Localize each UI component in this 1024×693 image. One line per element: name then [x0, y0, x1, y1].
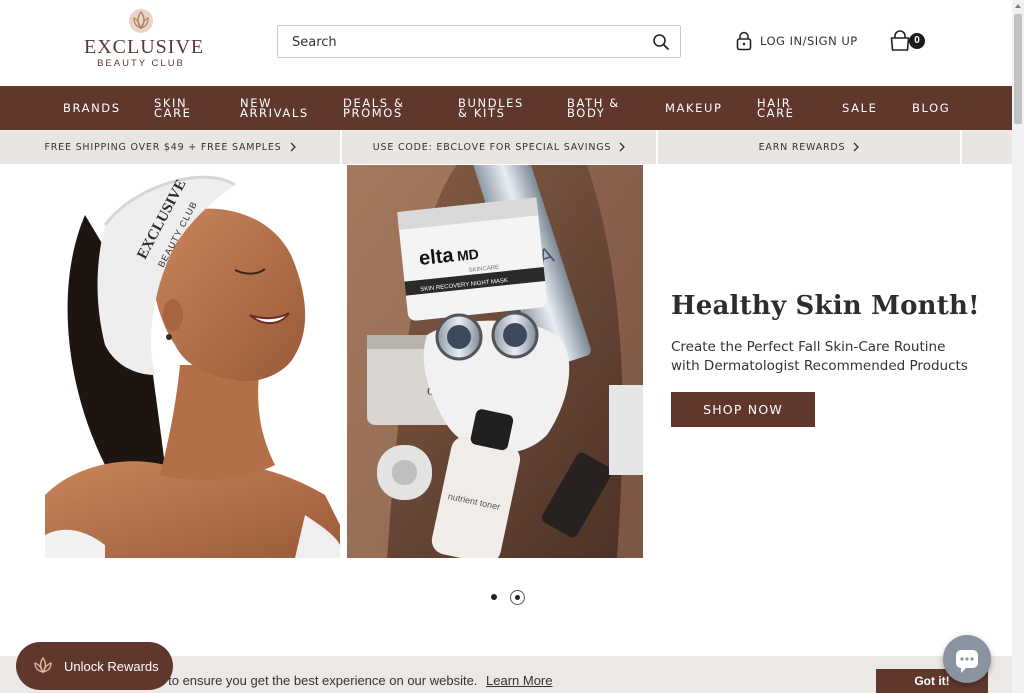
- promo-bar: FREE SHIPPING OVER $49 + FREE SAMPLES US…: [0, 130, 1012, 164]
- product-brand-2: MD: [456, 246, 479, 264]
- nav-item-brands[interactable]: BRANDS: [63, 86, 121, 130]
- site-logo[interactable]: EXCLUSIVE BEAUTY CLUB: [84, 8, 205, 78]
- product-brand: elta: [418, 244, 455, 270]
- shopping-bag-icon: [890, 30, 910, 51]
- nav-item-blog[interactable]: BLOG: [912, 86, 950, 130]
- lock-icon: [736, 31, 752, 51]
- logo-tagline: BEAUTY CLUB: [97, 58, 185, 69]
- chat-icon: [956, 650, 978, 673]
- carousel-dot-active[interactable]: [510, 590, 525, 605]
- lotus-icon: [34, 656, 52, 674]
- promo-free-shipping-label: FREE SHIPPING OVER $49 + FREE SAMPLES: [44, 141, 282, 153]
- promo-earn-rewards[interactable]: EARN REWARDS: [658, 130, 960, 164]
- hero-subtitle: Create the Perfect Fall Skin-Care Routin…: [671, 339, 968, 374]
- promo-earn-rewards-label: EARN REWARDS: [758, 141, 846, 153]
- scroll-up-arrow-icon[interactable]: [1012, 0, 1024, 12]
- nav-item-makeup[interactable]: MAKEUP: [665, 86, 723, 130]
- unlock-rewards-button[interactable]: Unlock Rewards: [16, 642, 173, 690]
- logo-title: EXCLUSIVE: [84, 36, 205, 58]
- scrollbar-thumb[interactable]: [1014, 14, 1022, 124]
- site-header: EXCLUSIVE BEAUTY CLUB LOG IN/SIGN UP 0: [0, 0, 1012, 86]
- products-illustration: HA elta MD SKINCARE SKIN RECOVERY NIGHT …: [347, 165, 643, 558]
- login-link[interactable]: LOG IN/SIGN UP: [736, 31, 858, 51]
- page-scrollbar[interactable]: [1012, 0, 1024, 693]
- chat-widget-button[interactable]: [943, 635, 991, 683]
- hero-model-image[interactable]: EXCLUSIVE BEAUTY CLUB: [45, 165, 340, 558]
- chevron-right-icon: [290, 142, 296, 152]
- hero-title: Healthy Skin Month!: [671, 291, 980, 321]
- nav-item-sale[interactable]: SALE: [842, 86, 877, 130]
- carousel-dots: [486, 590, 530, 608]
- nav-item-deals-promos[interactable]: DEALS & PROMOS: [343, 86, 405, 130]
- search-bar: [277, 25, 681, 58]
- promo-free-shipping[interactable]: FREE SHIPPING OVER $49 + FREE SAMPLES: [0, 130, 340, 164]
- login-label: LOG IN/SIGN UP: [760, 34, 858, 48]
- shop-now-button[interactable]: SHOP NOW: [671, 392, 815, 427]
- rewards-label: Unlock Rewards: [64, 658, 159, 674]
- hero-products-image[interactable]: HA elta MD SKINCARE SKIN RECOVERY NIGHT …: [347, 165, 643, 558]
- cookie-text: s to ensure you get the best experience …: [158, 673, 478, 688]
- model-illustration: EXCLUSIVE BEAUTY CLUB: [45, 165, 340, 558]
- learn-more-link[interactable]: Learn More: [486, 673, 552, 688]
- nav-item-new-arrivals[interactable]: NEW ARRIVALS: [240, 86, 309, 130]
- carousel-dot[interactable]: [491, 594, 497, 600]
- nav-item-hair-care[interactable]: HAIR CARE: [757, 86, 795, 130]
- lotus-logo-icon: [129, 9, 153, 33]
- nav-item-bath-body[interactable]: BATH & BODY: [567, 86, 620, 130]
- nav-item-bundles-kits[interactable]: BUNDLES & KITS: [458, 86, 524, 130]
- search-icon[interactable]: [652, 33, 670, 51]
- promo-divider: [960, 130, 962, 164]
- main-nav: BRANDS SKIN CARE NEW ARRIVALS DEALS & PR…: [0, 86, 1012, 130]
- search-input[interactable]: [292, 33, 632, 51]
- chevron-right-icon: [853, 142, 860, 152]
- nav-item-skin-care[interactable]: SKIN CARE: [154, 86, 192, 130]
- promo-code[interactable]: USE CODE: EBCLOVE FOR SPECIAL SAVINGS: [342, 130, 656, 164]
- promo-code-label: USE CODE: EBCLOVE FOR SPECIAL SAVINGS: [372, 141, 612, 153]
- cart-count-badge: 0: [909, 33, 925, 49]
- chevron-right-icon: [619, 142, 626, 152]
- cart-button[interactable]: 0: [889, 30, 931, 52]
